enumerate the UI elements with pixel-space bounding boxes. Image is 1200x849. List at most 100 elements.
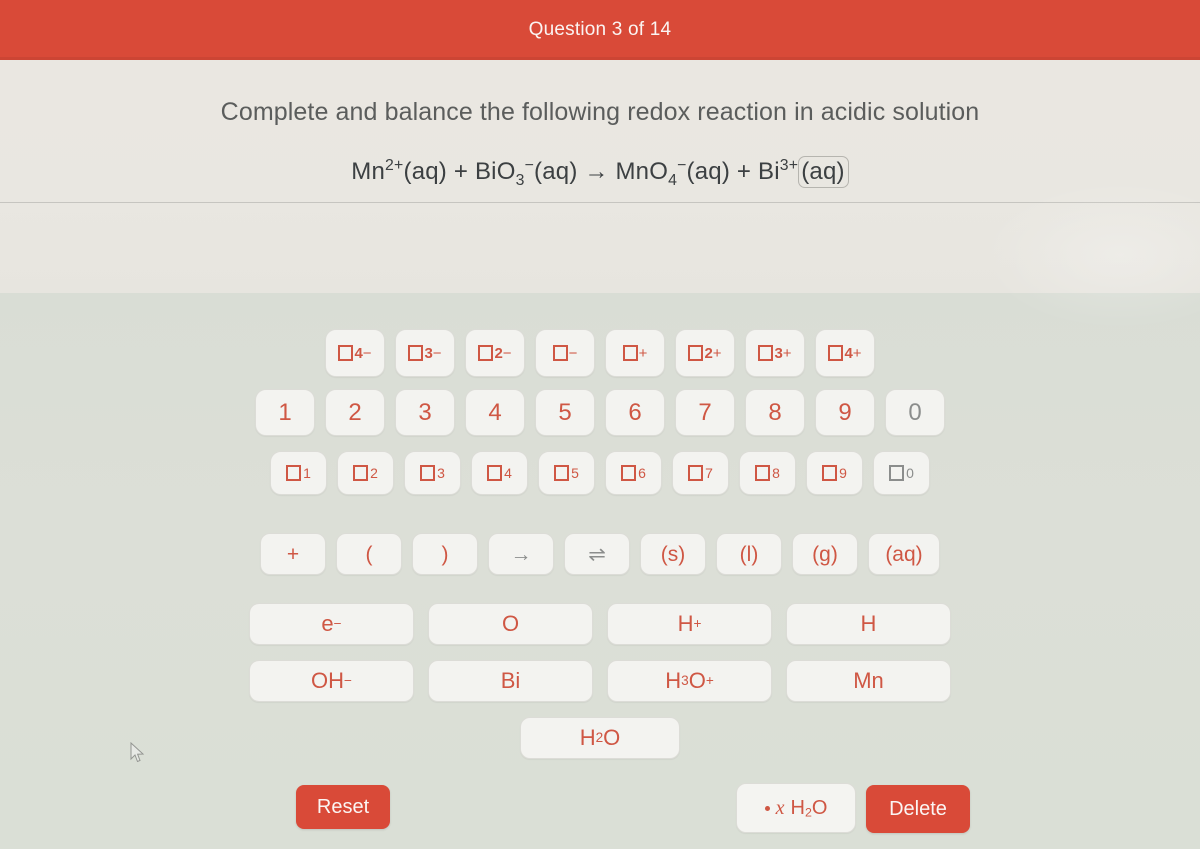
key-digit-0[interactable]: 0 <box>885 389 945 436</box>
question-header-bar: Question 3 of 14 <box>0 0 1200 60</box>
key-digit-9[interactable]: 9 <box>815 389 875 436</box>
question-equation: Mn2+(aq) + BiO3−(aq) → MnO4−(aq) + Bi3+(… <box>0 156 1200 190</box>
key-species-hydroxide[interactable]: OH − <box>249 660 414 702</box>
reactant-2-symbol: BiO <box>474 158 516 185</box>
key-subscript-9[interactable]: 9 <box>806 451 863 495</box>
subscript-value: 0 <box>906 465 914 481</box>
key-subscript-4[interactable]: 4 <box>471 451 528 495</box>
delete-button[interactable]: Delete <box>866 785 970 833</box>
key-subscript-3[interactable]: 3 <box>404 451 461 495</box>
key-state-solid[interactable]: (s) <box>640 533 706 575</box>
key-digit-7[interactable]: 7 <box>675 389 735 436</box>
coefficient-variable: x <box>775 796 785 819</box>
species-charge: − <box>333 616 342 632</box>
key-charge-1-plus[interactable]: + <box>605 329 665 377</box>
key-digit-2[interactable]: 2 <box>325 389 385 436</box>
blank-box-icon <box>338 345 354 361</box>
product-2: Bi3+ (aq) <box>758 156 849 188</box>
question-prompt-text: Complete and balance the following redox… <box>220 98 980 126</box>
key-charge-4-plus[interactable]: 4 + <box>815 329 875 377</box>
product-1: MnO4−(aq) <box>615 157 730 189</box>
key-digit-1[interactable]: 1 <box>255 389 315 436</box>
product-1-charge: − <box>677 157 687 174</box>
charge-sign: − <box>502 344 512 362</box>
key-equilibrium[interactable]: ⇌ <box>564 533 630 575</box>
reactant-2-state: (aq) <box>534 158 578 185</box>
species-key-row-2: OH − Bi H 3 O + Mn <box>0 660 1200 702</box>
key-charge-2-plus[interactable]: 2 + <box>675 329 735 377</box>
key-arrow[interactable]: → <box>488 533 554 575</box>
key-digit-3[interactable]: 3 <box>395 389 455 436</box>
blank-box-icon <box>487 465 503 481</box>
reset-button[interactable]: Reset <box>296 785 390 829</box>
species-key-row-1: e − O H + H <box>0 603 1200 645</box>
key-digit-4[interactable]: 4 <box>465 389 525 436</box>
key-charge-4-minus[interactable]: 4− <box>325 329 385 377</box>
key-charge-3-plus[interactable]: 3 + <box>745 329 805 377</box>
product-2-symbol: Bi <box>758 158 780 185</box>
bullet-icon <box>764 805 770 811</box>
keypad-action-bar: Reset x H2O Delete <box>0 783 1200 835</box>
key-charge-1-minus[interactable]: − <box>535 329 595 377</box>
key-subscript-7[interactable]: 7 <box>672 451 729 495</box>
charge-sign: + <box>782 344 792 362</box>
species-charge: − <box>344 673 352 689</box>
key-species-water[interactable]: H2O <box>520 717 680 759</box>
reactant-2-subscript: 3 <box>515 171 525 189</box>
reactant-2-charge: − <box>524 157 535 174</box>
key-species-manganese[interactable]: Mn <box>786 660 951 702</box>
key-species-bismuth[interactable]: Bi <box>428 660 593 702</box>
key-species-oxygen[interactable]: O <box>428 603 593 645</box>
coefficient-formula-sub: 2 <box>804 804 812 819</box>
charge-magnitude: 3 <box>774 344 783 362</box>
key-subscript-0[interactable]: 0 <box>873 451 930 495</box>
key-digit-8[interactable]: 8 <box>745 389 805 436</box>
question-divider <box>0 202 1200 203</box>
species-symbol: e <box>321 611 334 636</box>
species-symbol: H <box>677 611 694 636</box>
species-subscript: 3 <box>681 673 689 689</box>
subscript-value: 4 <box>504 465 512 481</box>
blank-box-icon <box>554 465 570 481</box>
key-state-gas[interactable]: (g) <box>792 533 858 575</box>
key-paren-open[interactable]: ( <box>336 533 402 575</box>
key-subscript-1[interactable]: 1 <box>270 451 327 495</box>
key-subscript-8[interactable]: 8 <box>739 451 796 495</box>
equation-plus-2: + <box>736 158 752 185</box>
key-subscript-5[interactable]: 5 <box>538 451 595 495</box>
product-1-subscript: 4 <box>668 171 678 189</box>
reactant-1: Mn2+(aq) <box>351 157 447 185</box>
coefficient-water-button[interactable]: x H2O <box>736 783 856 833</box>
charge-magnitude: 4 <box>354 344 363 362</box>
key-subscript-6[interactable]: 6 <box>605 451 662 495</box>
key-charge-3-minus[interactable]: 3− <box>395 329 455 377</box>
key-species-hydrogen[interactable]: H <box>786 603 951 645</box>
question-panel: Complete and balance the following redox… <box>0 60 1200 293</box>
blank-box-icon <box>822 465 838 481</box>
blank-box-icon <box>889 465 905 481</box>
key-plus[interactable]: + <box>260 533 326 575</box>
charge-magnitude: 2 <box>704 344 713 362</box>
species-subscript: 2 <box>595 730 604 746</box>
key-digit-5[interactable]: 5 <box>535 389 595 436</box>
blank-box-icon <box>688 465 704 481</box>
subscript-value: 2 <box>370 465 378 481</box>
species-symbol-part-1: H <box>579 725 596 750</box>
coefficient-formula: H2O <box>790 797 827 820</box>
species-symbol: H <box>860 611 877 636</box>
key-state-aqueous[interactable]: (aq) <box>868 533 940 575</box>
blank-box-icon <box>755 465 771 481</box>
key-species-electron[interactable]: e − <box>249 603 414 645</box>
key-subscript-2[interactable]: 2 <box>337 451 394 495</box>
key-species-hydronium[interactable]: H 3 O + <box>607 660 772 702</box>
key-digit-6[interactable]: 6 <box>605 389 665 436</box>
equation-arrow-icon: → <box>584 158 609 185</box>
blank-box-icon <box>353 465 369 481</box>
reactant-2: BiO3−(aq) <box>474 157 578 189</box>
charge-magnitude: 3 <box>424 344 433 362</box>
key-state-liquid[interactable]: (l) <box>716 533 782 575</box>
key-paren-close[interactable]: ) <box>412 533 478 575</box>
key-charge-2-minus[interactable]: 2− <box>465 329 525 377</box>
equation-plus-1: + <box>453 158 469 185</box>
key-species-proton[interactable]: H + <box>607 603 772 645</box>
